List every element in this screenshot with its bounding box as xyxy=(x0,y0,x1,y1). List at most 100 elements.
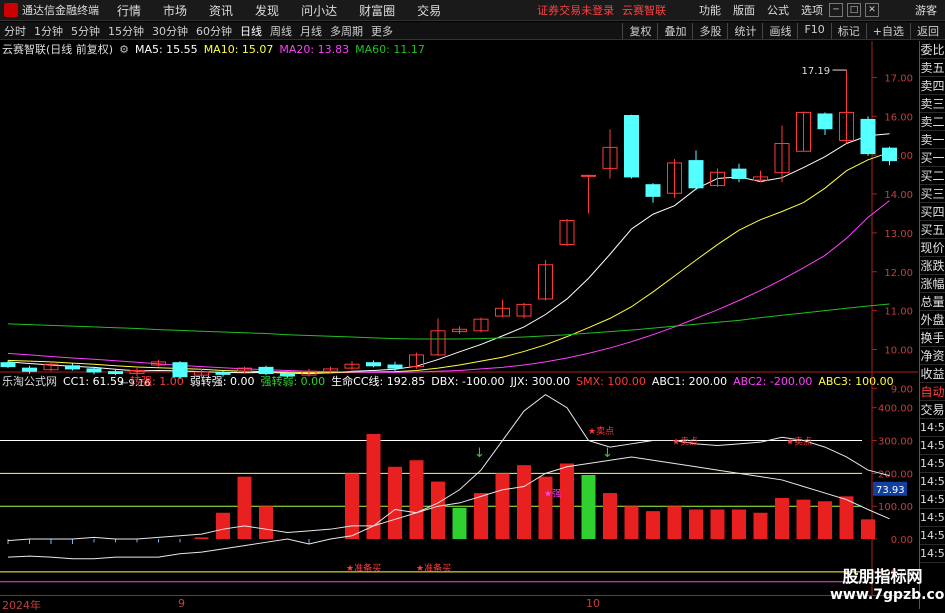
period-15min[interactable]: 15分钟 xyxy=(104,23,148,39)
menu-gongneng[interactable]: 功能 xyxy=(699,2,721,18)
sidebar-time: 14:56 xyxy=(920,419,945,437)
date-axis: 2024年 9 10 xyxy=(0,595,915,612)
price-tick-label: 14.00 xyxy=(884,190,913,201)
menu-xuanxiang[interactable]: 选项 xyxy=(801,2,823,18)
indicator-bar xyxy=(689,509,703,540)
btn-huaxian[interactable]: 画线 xyxy=(762,22,797,39)
sidebar-netasset[interactable]: 净资 xyxy=(920,347,945,365)
sidebar-sell2[interactable]: 卖二 xyxy=(920,113,945,131)
btn-fuquan[interactable]: 复权 xyxy=(622,22,657,39)
life-cc-line xyxy=(7,393,890,560)
indicator-bar xyxy=(646,511,660,540)
candle-body xyxy=(387,364,403,369)
sidebar-sell4[interactable]: 卖四 xyxy=(920,77,945,95)
indicator-bar xyxy=(237,476,252,540)
menu-caifuquan[interactable]: 财富圈 xyxy=(359,2,395,19)
sidebar-weibi[interactable]: 委比 xyxy=(920,41,945,59)
candle-body xyxy=(817,113,833,130)
menu-gongshi[interactable]: 公式 xyxy=(767,2,789,18)
minimize-icon[interactable]: ─ xyxy=(829,3,843,17)
indicator-bar xyxy=(409,460,424,540)
sidebar-buy1[interactable]: 买一 xyxy=(920,149,945,167)
xaxis-label-sep: 9 xyxy=(178,597,185,610)
candle-body xyxy=(473,318,489,332)
indicator-bar xyxy=(388,466,402,540)
maximize-icon[interactable]: □ xyxy=(847,3,861,17)
indicator-bar xyxy=(495,473,510,540)
ma20-label: MA20: 13.83 xyxy=(279,42,350,56)
sidebar-sell5[interactable]: 卖五 xyxy=(920,59,945,77)
btn-biaoji[interactable]: 标记 xyxy=(830,22,866,39)
btn-tongji[interactable]: 统计 xyxy=(727,22,762,39)
window-controls: ─ □ ✕ xyxy=(829,3,879,17)
menu-shichang[interactable]: 市场 xyxy=(163,2,187,19)
candle-body xyxy=(731,168,747,179)
sidebar-sell1[interactable]: 卖一 xyxy=(920,131,945,149)
sidebar-volume[interactable]: 总量 xyxy=(920,293,945,311)
period-more[interactable]: 更多 xyxy=(367,23,397,39)
close-icon[interactable]: ✕ xyxy=(865,3,879,17)
sidebar-change[interactable]: 涨跌 xyxy=(920,257,945,275)
menu-faxian[interactable]: 发现 xyxy=(255,2,279,19)
sidebar-buy5[interactable]: 买五 xyxy=(920,221,945,239)
sidebar-earnings[interactable]: 收益 xyxy=(920,365,945,383)
indicator-name[interactable]: 乐淘公式网 xyxy=(2,373,57,389)
sidebar-buy3[interactable]: 买三 xyxy=(920,185,945,203)
sidebar-buy4[interactable]: 买四 xyxy=(920,203,945,221)
ma60-line xyxy=(7,303,890,340)
btn-zixuan[interactable]: +自选 xyxy=(865,22,910,39)
candle-body xyxy=(344,363,360,369)
candle-body xyxy=(65,365,80,370)
candle-body xyxy=(774,143,790,174)
indicator-bar xyxy=(259,506,273,540)
btn-duogu[interactable]: 多股 xyxy=(692,22,727,39)
period-30min[interactable]: 30分钟 xyxy=(148,23,192,39)
period-60min[interactable]: 60分钟 xyxy=(192,23,236,39)
period-monthly[interactable]: 月线 xyxy=(296,23,326,39)
shengming-label: 生命CC线: 192.85 xyxy=(331,375,426,388)
btn-fanhui[interactable]: 返回 xyxy=(910,22,945,39)
btn-f10[interactable]: F10 xyxy=(797,22,830,39)
ma10-label: MA10: 15.07 xyxy=(203,42,274,56)
sidebar-sell3[interactable]: 卖三 xyxy=(920,95,945,113)
menu-wenxiaoda[interactable]: 问小达 xyxy=(301,2,337,19)
login-notice[interactable]: 证券交易未登录 xyxy=(537,2,614,18)
app-logo-icon xyxy=(4,3,18,17)
candle-body xyxy=(860,118,876,155)
btn-diejia[interactable]: 叠加 xyxy=(657,22,692,39)
sidebar-buy2[interactable]: 买二 xyxy=(920,167,945,185)
menu-banmian[interactable]: 版面 xyxy=(733,2,755,18)
candle-body xyxy=(538,264,553,300)
cc1-line xyxy=(7,456,890,542)
indicator-bar xyxy=(194,537,209,540)
indicator-bar xyxy=(216,512,230,540)
menu-jiaoyi[interactable]: 交易 xyxy=(417,2,441,19)
sidebar-time: 14:56 xyxy=(920,437,945,455)
indicator-tick-label: 200.00 xyxy=(878,469,913,480)
sidebar-turnover[interactable]: 换手 xyxy=(920,329,945,347)
sidebar-price[interactable]: 现价 xyxy=(920,239,945,257)
guest-label[interactable]: 游客 xyxy=(915,2,937,18)
sidebar-outer[interactable]: 外盘 xyxy=(920,311,945,329)
period-1min[interactable]: 1分钟 xyxy=(30,23,67,39)
period-5min[interactable]: 5分钟 xyxy=(67,23,104,39)
sidebar-auto[interactable]: 自动 xyxy=(920,383,945,401)
watermark: 股朋指标网 www.7gpzb.com xyxy=(830,563,945,603)
sidebar-trade[interactable]: 交易 xyxy=(920,401,945,419)
sidebar-change-pct[interactable]: 涨幅 xyxy=(920,275,945,293)
period-daily[interactable]: 日线 xyxy=(236,23,266,39)
menubar: 通达信金融终端 行情 市场 资讯 发现 问小达 财富圈 交易 证券交易未登录 云… xyxy=(0,0,945,21)
app-title: 通达信金融终端 xyxy=(22,4,99,17)
price-tick-label: 16.00 xyxy=(884,112,913,123)
sidebar-time: 14:56 xyxy=(920,545,945,563)
period-multi[interactable]: 多周期 xyxy=(326,23,367,39)
menu-zixun[interactable]: 资讯 xyxy=(209,2,233,19)
ma20-line xyxy=(7,200,890,373)
indicator-bar xyxy=(796,499,811,540)
gear-icon[interactable]: ⚙ xyxy=(119,43,129,56)
period-weekly[interactable]: 周线 xyxy=(266,23,296,39)
signal-sell-label: ★卖点 xyxy=(786,437,812,448)
period-fenshi[interactable]: 分时 xyxy=(0,23,30,39)
menu-hangqing[interactable]: 行情 xyxy=(117,2,141,19)
sidebar-time: 14:56 xyxy=(920,491,945,509)
